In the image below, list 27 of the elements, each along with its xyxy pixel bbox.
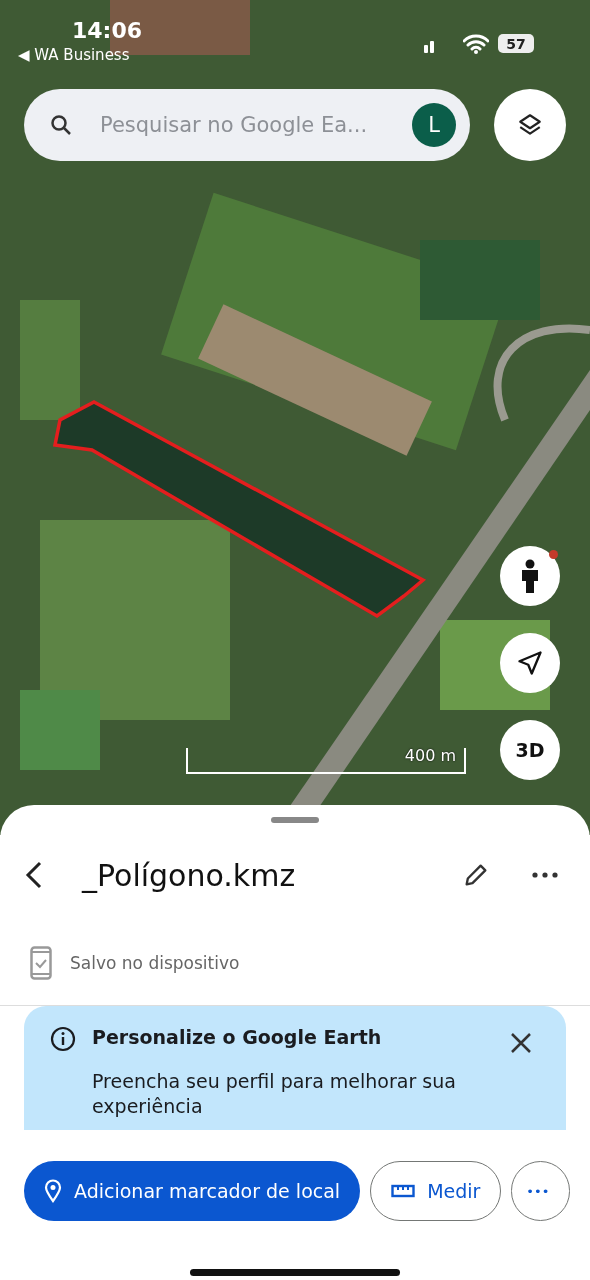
more-dots-icon xyxy=(532,872,558,878)
drag-handle[interactable] xyxy=(271,817,319,823)
file-title: _Polígono.kmz xyxy=(82,857,297,893)
location-pin-icon xyxy=(44,1179,62,1203)
battery-indicator: 57 xyxy=(498,34,534,53)
info-icon xyxy=(50,1026,76,1052)
scale-bar: 400 m xyxy=(186,748,466,774)
wifi-icon xyxy=(463,34,489,54)
layers-icon xyxy=(517,112,543,138)
close-icon xyxy=(510,1031,532,1054)
back-to-app-link[interactable]: ◀ WA Business xyxy=(18,46,130,64)
notification-dot xyxy=(549,550,558,559)
banner-title: Personalize o Google Earth xyxy=(92,1026,383,1050)
ruler-icon xyxy=(391,1184,416,1198)
phone-check-icon xyxy=(30,946,52,980)
search-field[interactable]: Pesquisar no Google Ea... L xyxy=(24,89,470,161)
saved-status: Salvo no dispositivo xyxy=(70,953,240,973)
more-options-button[interactable]: ••• xyxy=(511,1161,571,1221)
account-avatar[interactable]: L xyxy=(412,103,456,147)
navigation-arrow-icon xyxy=(516,649,544,677)
person-icon xyxy=(519,559,541,593)
clock-time: 14:06 xyxy=(72,18,143,43)
add-placemark-button[interactable]: Adicionar marcador de local xyxy=(24,1161,361,1221)
back-chevron-icon xyxy=(24,860,44,890)
search-icon xyxy=(50,114,72,136)
measure-button[interactable]: Medir xyxy=(370,1161,502,1221)
banner-text: Preencha seu perfil para melhorar sua experiência xyxy=(92,1069,457,1119)
